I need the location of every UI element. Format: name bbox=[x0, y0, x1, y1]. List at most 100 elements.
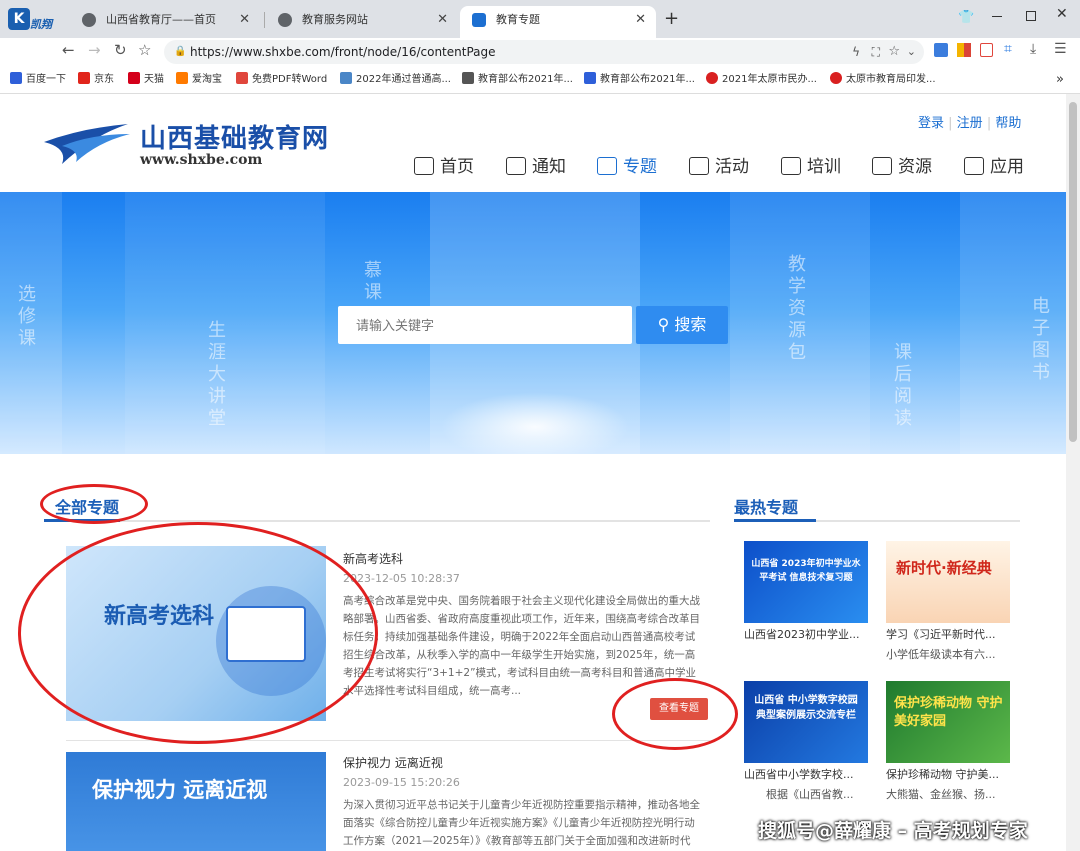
web-page: 山西基础教育网 www.shxbe.com 登录 | 注册 | 帮助 首页 通知… bbox=[0, 94, 1066, 851]
nav-resources[interactable]: 资源 bbox=[872, 152, 932, 177]
shirt-icon[interactable]: 👕 bbox=[958, 10, 974, 25]
divider: | bbox=[982, 116, 996, 131]
hot-topic-thumbnail[interactable]: 山西省 2023年初中学业水平考试 信息技术复习题 bbox=[744, 541, 868, 623]
hot-thumb-text: 保护珍稀动物 守护美好家园 bbox=[894, 696, 1003, 729]
tab-title: 教育专题 bbox=[496, 13, 540, 26]
translate-icon[interactable] bbox=[934, 43, 948, 57]
notice-icon bbox=[506, 157, 526, 175]
book-icon bbox=[597, 157, 617, 175]
paw-icon bbox=[584, 72, 596, 84]
forward-icon[interactable]: → bbox=[88, 41, 101, 59]
divider: | bbox=[944, 116, 957, 131]
lightning-icon[interactable]: ϟ bbox=[852, 40, 860, 64]
hot-thumb-text: 山西省 中小学数字校园 典型案例展示交流专栏 bbox=[754, 695, 858, 721]
bookmark-item[interactable]: 教育部公布2021年... bbox=[462, 66, 573, 94]
hot-topic-subtitle: 大熊猫、金丝猴、扬... bbox=[886, 788, 996, 801]
close-icon[interactable]: ✕ bbox=[437, 6, 448, 34]
reload-icon[interactable]: ↻ bbox=[114, 41, 127, 59]
hot-topic-thumbnail[interactable]: 保护珍稀动物 守护美好家园 bbox=[886, 681, 1010, 763]
nav-notice[interactable]: 通知 bbox=[506, 152, 566, 177]
nav-home[interactable]: 首页 bbox=[414, 152, 474, 177]
crop-icon[interactable]: ⌗ bbox=[1004, 41, 1012, 57]
bookmark-item[interactable]: 教育部公布2021年... bbox=[584, 66, 695, 94]
watermark-text: 搜狐号@薛耀康 – 高考规划专家 bbox=[758, 820, 1028, 842]
close-icon[interactable]: ✕ bbox=[635, 6, 646, 34]
topic-thumbnail[interactable]: 保护视力 远离近视 bbox=[66, 752, 326, 851]
tab-topics[interactable]: 教育专题 ✕ bbox=[460, 6, 656, 38]
topic-title[interactable]: 保护视力 远离近视 bbox=[343, 754, 443, 771]
minimize-icon[interactable] bbox=[992, 16, 1002, 17]
hot-topic-subtitle: 根据《山西省教... bbox=[766, 788, 854, 801]
lock-icon: 🔒 bbox=[174, 46, 187, 57]
doc-icon bbox=[340, 72, 352, 84]
back-icon[interactable]: ← bbox=[62, 41, 75, 59]
url-text: https://www.shxbe.com/front/node/16/cont… bbox=[190, 45, 496, 59]
nav-topics[interactable]: 专题 bbox=[597, 152, 657, 177]
topic-date: 2023-09-15 15:20:26 bbox=[343, 776, 460, 789]
tab-service[interactable]: 教育服务网站 ✕ bbox=[266, 6, 458, 38]
hot-topic-caption[interactable]: 学习《习近平新时代... bbox=[886, 626, 1014, 642]
hot-topic-caption[interactable]: 保护珍稀动物 守护美... bbox=[886, 766, 1014, 782]
bookmarks-more-button[interactable]: » bbox=[1056, 66, 1064, 94]
hot-topic-caption[interactable]: 山西省2023初中学业... bbox=[744, 626, 872, 642]
browser-logo[interactable]: K 凯翔 bbox=[8, 6, 58, 36]
banner-word: 电子图书 bbox=[1029, 296, 1050, 384]
bookmark-star-icon[interactable]: ☆ bbox=[888, 40, 900, 64]
hot-topic-thumbnail[interactable]: 山西省 中小学数字校园 典型案例展示交流专栏 bbox=[744, 681, 868, 763]
topic-title[interactable]: 新高考选科 bbox=[343, 550, 403, 567]
wave-logo-icon bbox=[44, 124, 130, 164]
annotation-oval bbox=[40, 484, 148, 524]
hot-topic-thumbnail[interactable]: 新时代·新经典 bbox=[886, 541, 1010, 623]
bookmark-item[interactable]: 太原市教育局印发... bbox=[830, 66, 936, 94]
hot-topic-caption[interactable]: 山西省中小学数字校... bbox=[744, 766, 872, 782]
register-link[interactable]: 注册 bbox=[957, 116, 983, 131]
banner-word: 课后阅读 bbox=[891, 342, 912, 430]
scrollbar[interactable] bbox=[1066, 94, 1080, 851]
logo-text: 凯翔 bbox=[30, 18, 52, 31]
search-input[interactable] bbox=[338, 306, 632, 344]
apps-icon[interactable] bbox=[957, 43, 971, 57]
close-icon[interactable]: ✕ bbox=[239, 6, 250, 34]
banner-word: 慕课 bbox=[361, 260, 382, 304]
home-icon bbox=[414, 157, 434, 175]
hero-banner: 选修课 生涯大讲堂 慕课 教学资源包 课后阅读 电子图书 ⚲ 搜索 bbox=[0, 192, 1066, 454]
bookmarks-bar: 百度一下 京东 天猫 爱淘宝 免费PDF转Word 2022年通过普通高... … bbox=[0, 66, 1080, 94]
activity-icon bbox=[689, 157, 709, 175]
search-icon: ⚲ bbox=[657, 315, 675, 334]
bookmark-item[interactable]: 天猫 bbox=[128, 66, 164, 94]
nav-activity[interactable]: 活动 bbox=[689, 152, 749, 177]
chevron-down-icon[interactable]: ⌄ bbox=[907, 40, 916, 64]
hot-topics-heading: 最热专题 bbox=[734, 498, 799, 517]
site-icon bbox=[472, 13, 486, 27]
window-close-icon[interactable]: ✕ bbox=[1056, 6, 1068, 22]
banner-word: 教学资源包 bbox=[785, 254, 806, 364]
tab-title: 教育服务网站 bbox=[302, 13, 368, 26]
bookmark-item[interactable]: 百度一下 bbox=[10, 66, 66, 94]
search-button[interactable]: ⚲ 搜索 bbox=[636, 306, 728, 344]
pdf-icon[interactable] bbox=[980, 43, 993, 57]
bookmark-item[interactable]: 2022年通过普通高... bbox=[340, 66, 451, 94]
nav-apps[interactable]: 应用 bbox=[964, 152, 1024, 177]
site-logo[interactable]: 山西基础教育网 www.shxbe.com bbox=[42, 120, 342, 170]
divider bbox=[44, 520, 710, 522]
bookmark-item[interactable]: 京东 bbox=[78, 66, 114, 94]
maximize-icon[interactable] bbox=[1026, 11, 1036, 21]
star-icon[interactable]: ☆ bbox=[138, 41, 151, 59]
tab-home[interactable]: 山西省教育厅——首页 ✕ bbox=[70, 6, 260, 38]
login-link[interactable]: 登录 bbox=[918, 116, 944, 131]
bookmark-item[interactable]: 爱淘宝 bbox=[176, 66, 222, 94]
hot-thumb-text: 新时代·新经典 bbox=[896, 559, 992, 577]
nav-training[interactable]: 培训 bbox=[781, 152, 841, 177]
download-icon[interactable]: ⤓ bbox=[1030, 41, 1036, 57]
address-bar[interactable]: 🔒 https://www.shxbe.com/front/node/16/co… bbox=[164, 40, 924, 64]
help-link[interactable]: 帮助 bbox=[995, 116, 1021, 131]
browser-toolbar: ← → ↻ ☆ 🔒 https://www.shxbe.com/front/no… bbox=[0, 38, 1080, 66]
bookmark-item[interactable]: 免费PDF转Word bbox=[236, 66, 327, 94]
scrollbar-thumb[interactable] bbox=[1069, 102, 1077, 442]
menu-icon[interactable]: ☰ bbox=[1054, 41, 1067, 57]
scan-icon[interactable]: ⛶ bbox=[872, 40, 880, 64]
annotation-oval bbox=[18, 522, 378, 744]
new-tab-button[interactable]: + bbox=[664, 8, 679, 29]
bookmark-item[interactable]: 2021年太原市民办... bbox=[706, 66, 817, 94]
site-domain: www.shxbe.com bbox=[140, 152, 263, 168]
